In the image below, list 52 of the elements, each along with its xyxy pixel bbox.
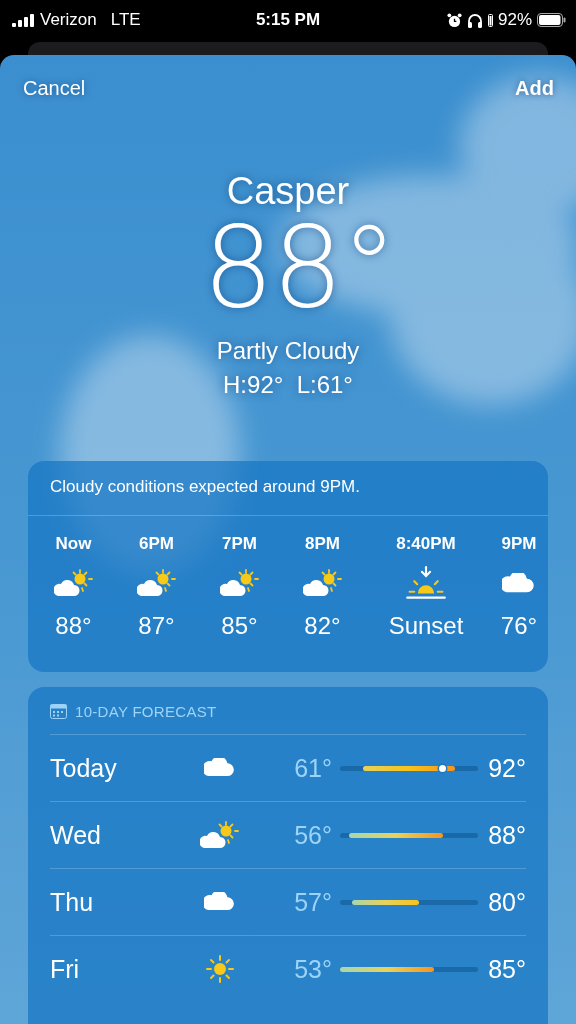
- low-temperature: 57°: [293, 887, 333, 917]
- day-label: Today: [50, 753, 118, 783]
- current-temperature: 88°: [202, 211, 396, 323]
- add-button[interactable]: Add: [515, 77, 554, 100]
- high-temperature: 88°: [488, 820, 526, 850]
- hour-value: 87°: [138, 612, 175, 640]
- low-temperature: 61°: [293, 753, 333, 783]
- sun-behind-cloud-icon: [136, 568, 177, 598]
- hour-value: Sunset: [388, 612, 464, 640]
- high-temperature: 85°: [488, 954, 526, 984]
- carrier-name: Verizon: [40, 10, 97, 30]
- sun-icon: [205, 954, 235, 984]
- hour-label: 8:40PM: [396, 534, 456, 554]
- hour-label: Now: [55, 534, 92, 554]
- high-temperature: 80°: [488, 887, 526, 917]
- network-type: LTE: [110, 10, 141, 30]
- hour-label: 6PM: [139, 534, 174, 554]
- cloud-icon: [204, 892, 236, 912]
- hour-value: 82°: [304, 612, 341, 640]
- hour-label: 7PM: [222, 534, 257, 554]
- cancel-button[interactable]: Cancel: [23, 77, 86, 100]
- low-temperature: 53°: [293, 954, 333, 984]
- hour-value: 85°: [221, 612, 258, 640]
- hour-value: 76°: [500, 612, 538, 640]
- day-label: Fri: [50, 954, 81, 984]
- hour-label: 8PM: [305, 534, 340, 554]
- battery-percent: 92%: [497, 10, 532, 30]
- sun-behind-cloud-icon: [219, 568, 260, 598]
- cloud-icon: [502, 572, 536, 594]
- cloud-icon: [204, 758, 236, 778]
- sun-behind-cloud-icon: [302, 568, 343, 598]
- forecast-summary: Cloudy conditions expected around 9PM.: [50, 477, 360, 496]
- battery-icon: [537, 13, 566, 27]
- clock-time: 5:15 PM: [255, 10, 321, 29]
- sun-behind-cloud-icon: [53, 568, 94, 598]
- calendar-icon: [50, 704, 67, 719]
- hour-value: 88°: [55, 612, 92, 640]
- city-name: Casper: [226, 170, 350, 213]
- alarm-clock-icon: [446, 12, 462, 28]
- hour-label: 9PM: [501, 534, 537, 554]
- headphones-icon: [466, 12, 483, 28]
- section-title: 10-DAY FORECAST: [75, 703, 217, 720]
- condition-text: Partly Cloudy: [216, 337, 360, 365]
- day-label: Thu: [50, 887, 95, 917]
- high-low-text: H:92° L:61°: [223, 371, 353, 399]
- sunset-icon: [406, 566, 446, 600]
- day-label: Wed: [50, 820, 102, 850]
- battery-small-icon: [487, 13, 493, 27]
- signal-icon: [12, 13, 34, 27]
- high-temperature: 92°: [488, 753, 526, 783]
- low-temperature: 56°: [293, 820, 333, 850]
- sun-behind-cloud-icon: [200, 820, 240, 850]
